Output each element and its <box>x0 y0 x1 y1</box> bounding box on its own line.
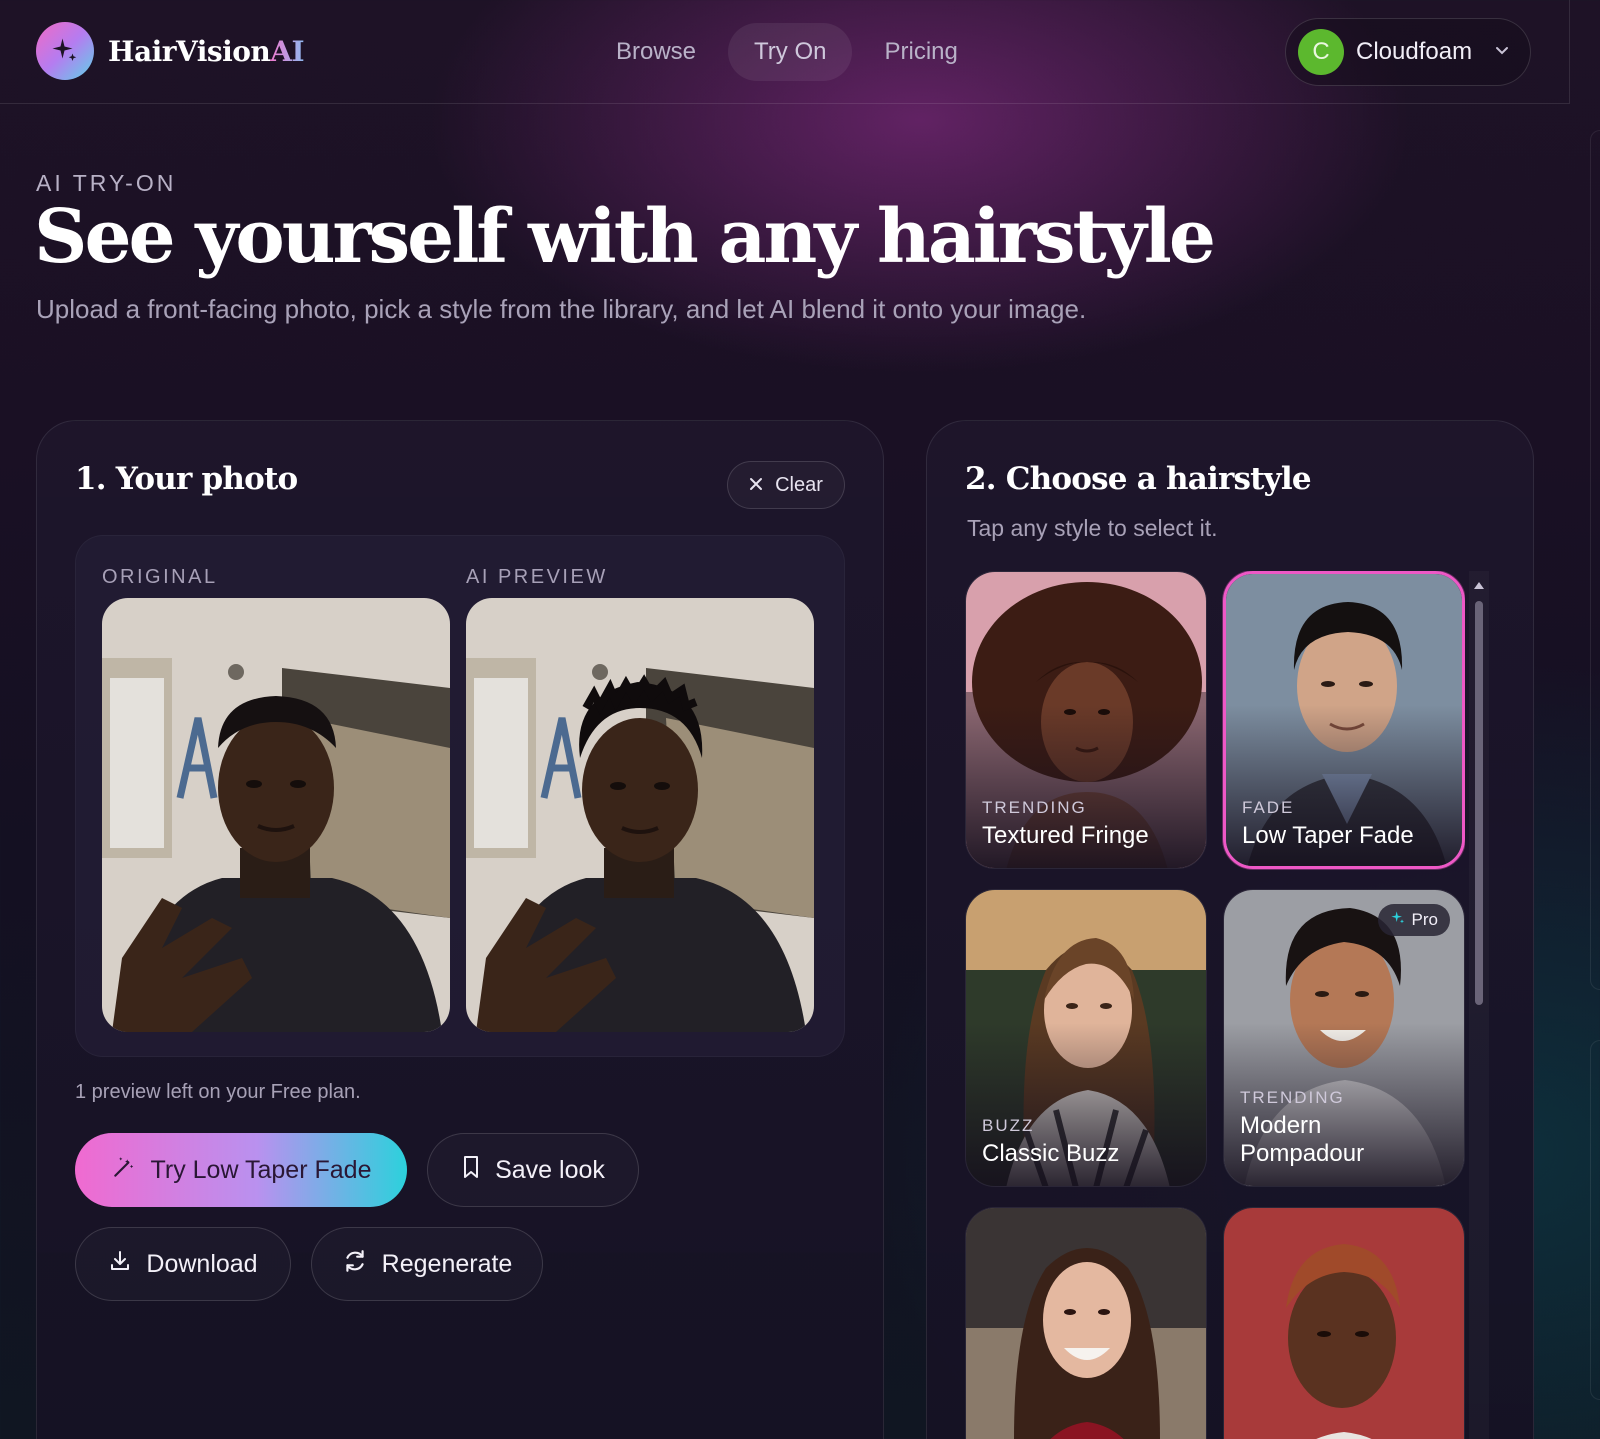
style-tag: FADE <box>1242 798 1295 817</box>
avatar: C <box>1298 29 1344 75</box>
scroll-up-arrow-icon[interactable] <box>1473 577 1485 595</box>
save-look-button[interactable]: Save look <box>427 1133 639 1207</box>
chevron-down-icon <box>1494 42 1510 63</box>
style-card-classic-buzz[interactable]: BUZZ Classic Buzz <box>965 889 1207 1187</box>
ai-preview-photo[interactable] <box>466 598 814 1032</box>
nav-link-try-on[interactable]: Try On <box>728 23 853 81</box>
download-icon <box>108 1249 132 1280</box>
style-card-textured-fringe[interactable]: TRENDING Textured Fringe <box>965 571 1207 869</box>
style-grid-scrollbar[interactable] <box>1469 571 1489 1439</box>
offscreen-panel-edge <box>1590 130 1600 990</box>
plan-limit-note: 1 preview left on your Free plan. <box>75 1081 361 1103</box>
clear-button[interactable]: Clear <box>727 461 845 509</box>
refresh-icon <box>342 1248 368 1281</box>
style-name: Low Taper Fade <box>1242 822 1414 849</box>
style-name: Classic Buzz <box>982 1140 1120 1167</box>
style-tag: TRENDING <box>1240 1088 1345 1107</box>
brand-name-ai: AI <box>270 34 305 68</box>
hairstyle-panel-title: 2. Choose a hairstyle <box>965 461 1312 497</box>
pro-label: Pro <box>1411 910 1438 929</box>
regenerate-button[interactable]: Regenerate <box>311 1227 543 1301</box>
hero-subtitle: Upload a front-facing photo, pick a styl… <box>36 294 1087 324</box>
brand-name-main: HairVision <box>108 34 271 68</box>
user-name: Cloudfoam <box>1356 38 1473 65</box>
original-photo[interactable] <box>102 598 450 1032</box>
close-icon <box>749 474 763 497</box>
original-label: ORIGINAL <box>102 566 218 588</box>
user-menu-button[interactable]: C Cloudfoam <box>1285 18 1531 86</box>
style-name: Modern Pompadour <box>1240 1112 1365 1167</box>
style-card-modern-pompadour[interactable]: Pro TRENDING Modern Pompadour <box>1223 889 1465 1187</box>
style-tag: TRENDING <box>982 798 1087 817</box>
offscreen-panel-edge <box>1590 1040 1600 1400</box>
photo-panel-title: 1. Your photo <box>75 461 298 497</box>
clear-label: Clear <box>775 473 823 496</box>
comparison-area: ORIGINAL AI PREVIEW <box>75 535 845 1057</box>
download-label: Download <box>146 1249 258 1278</box>
regenerate-label: Regenerate <box>381 1249 513 1278</box>
photo-panel: 1. Your photo Clear ORIGINAL AI PREVIEW <box>36 420 884 1439</box>
sparkle-icon <box>1390 910 1406 931</box>
magic-wand-icon <box>111 1154 137 1187</box>
ai-preview-label: AI PREVIEW <box>466 566 608 588</box>
nav-links: Browse Try On Pricing <box>590 23 984 81</box>
brand-name: HairVisionAI <box>108 34 305 68</box>
style-name: Textured Fringe <box>982 822 1149 849</box>
page-title: See yourself with any hairstyle <box>34 194 1216 280</box>
top-nav: HairVisionAI Browse Try On Pricing C Clo… <box>0 0 1570 104</box>
bookmark-icon <box>461 1155 481 1186</box>
style-card-low-taper-fade[interactable]: FADE Low Taper Fade <box>1223 571 1465 869</box>
hero-eyebrow: AI TRY-ON <box>36 170 177 196</box>
style-card-5[interactable] <box>965 1207 1207 1439</box>
save-look-label: Save look <box>495 1155 605 1184</box>
try-style-button[interactable]: Try Low Taper Fade <box>75 1133 407 1207</box>
hairstyle-panel: 2. Choose a hairstyle Tap any style to s… <box>926 420 1534 1439</box>
hairstyle-grid: TRENDING Textured Fringe FADE Low Taper … <box>965 571 1465 1439</box>
pro-badge: Pro <box>1377 904 1450 936</box>
download-button[interactable]: Download <box>75 1227 291 1301</box>
scrollbar-thumb[interactable] <box>1475 601 1483 1005</box>
nav-link-browse[interactable]: Browse <box>590 23 722 81</box>
try-style-label: Try Low Taper Fade <box>150 1155 372 1184</box>
style-tag: BUZZ <box>982 1116 1035 1135</box>
hairstyle-panel-subtitle: Tap any style to select it. <box>967 515 1218 541</box>
nav-link-pricing[interactable]: Pricing <box>858 23 983 81</box>
style-card-6[interactable] <box>1223 1207 1465 1439</box>
sparkle-icon <box>36 22 94 80</box>
brand-logo[interactable]: HairVisionAI <box>36 22 305 80</box>
